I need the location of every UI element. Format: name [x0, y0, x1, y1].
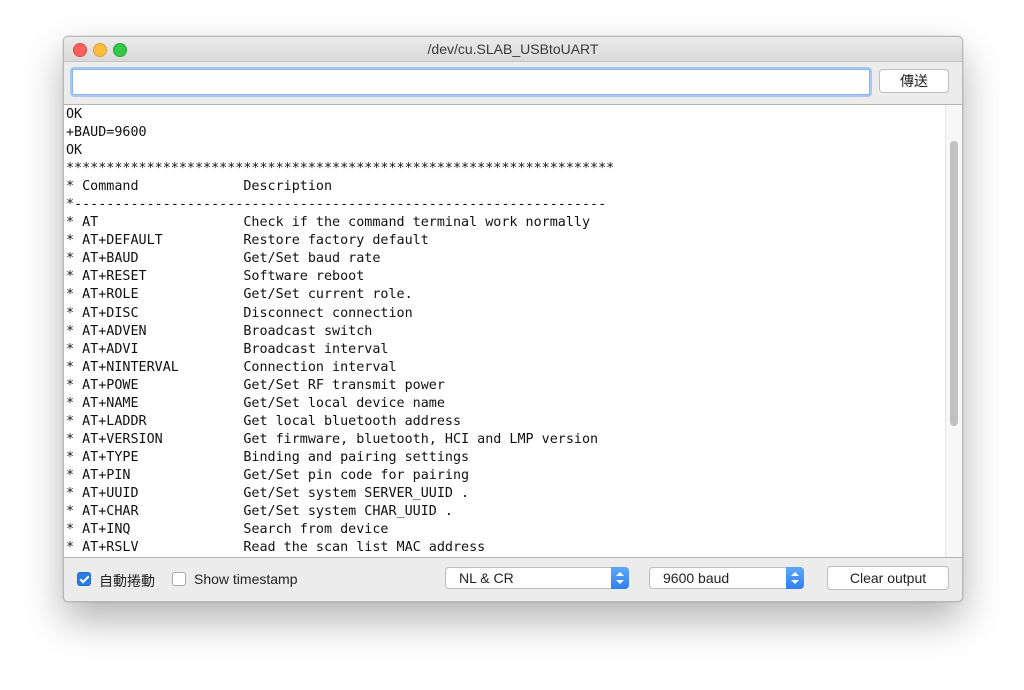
- send-button[interactable]: 傳送: [879, 69, 949, 93]
- show-timestamp-checkbox[interactable]: [172, 572, 186, 586]
- window-title: /dev/cu.SLAB_USBtoUART: [427, 41, 599, 57]
- serial-output-area[interactable]: OK +BAUD=9600 OK ***********************…: [64, 104, 962, 558]
- title-bar[interactable]: /dev/cu.SLAB_USBtoUART: [64, 37, 962, 62]
- output-line: * AT+BAUD Get/Set baud rate: [66, 251, 381, 267]
- serial-output-text: OK +BAUD=9600 OK ***********************…: [66, 106, 614, 557]
- line-ending-select[interactable]: NL & CR: [445, 567, 629, 589]
- baud-rate-select[interactable]: 9600 baud: [649, 567, 804, 589]
- output-line: * AT+RESET Software reboot: [66, 269, 365, 285]
- output-line: * AT+TYPE Binding and pairing settings: [66, 449, 470, 465]
- autoscroll-label[interactable]: 自動捲動: [99, 571, 155, 591]
- output-line: * AT+ROLE Get/Set current role.: [66, 287, 413, 303]
- output-line: * AT+DISC Disconnect connection: [66, 305, 413, 321]
- up-down-chevron-icon: [611, 567, 629, 589]
- bottom-toolbar: 自動捲動 Show timestamp NL & CR 9600 baud Cl…: [64, 558, 962, 601]
- up-down-chevron-icon: [786, 567, 804, 589]
- output-line: * AT+LADDR Get local bluetooth address: [66, 413, 462, 429]
- output-line: * AT+NINTERVAL Connection interval: [66, 359, 397, 375]
- output-line: * AT+CHAR Get/Set system CHAR_UUID .: [66, 504, 453, 520]
- output-line: * AT+NAME Get/Set local device name: [66, 395, 445, 411]
- output-line: * AT+VERSION Get firmware, bluetooth, HC…: [66, 431, 599, 447]
- output-line: ****************************************…: [66, 161, 615, 177]
- output-line: * AT+ADVEN Broadcast switch: [66, 323, 373, 339]
- output-line: *---------------------------------------…: [66, 197, 607, 213]
- output-line: * AT+ADVI Broadcast interval: [66, 341, 389, 357]
- output-line: * AT+INQ Search from device: [66, 522, 389, 538]
- output-line: * AT+UUID Get/Set system SERVER_UUID .: [66, 485, 470, 501]
- output-line: * AT+RSLV Read the scan list MAC address: [66, 540, 486, 556]
- line-ending-value: NL & CR: [459, 570, 514, 586]
- send-bar: 傳送: [64, 62, 962, 104]
- output-line: * AT+DEFAULT Restore factory default: [66, 233, 429, 249]
- autoscroll-checkbox[interactable]: [77, 572, 91, 586]
- vertical-scrollbar[interactable]: [945, 105, 962, 557]
- output-line: * Command Description: [66, 179, 333, 195]
- output-line: * AT+PIN Get/Set pin code for pairing: [66, 467, 470, 483]
- show-timestamp-label[interactable]: Show timestamp: [194, 571, 297, 587]
- serial-monitor-window: /dev/cu.SLAB_USBtoUART 傳送 OK +BAUD=9600 …: [63, 36, 963, 602]
- send-input[interactable]: [72, 69, 870, 95]
- output-line: * AT+POWE Get/Set RF transmit power: [66, 377, 445, 393]
- scrollbar-thumb[interactable]: [950, 141, 958, 426]
- clear-output-button[interactable]: Clear output: [827, 566, 949, 590]
- output-line: OK: [66, 107, 83, 122]
- output-line: OK: [66, 143, 83, 159]
- output-line: +BAUD=9600: [66, 125, 147, 141]
- baud-rate-value: 9600 baud: [663, 570, 730, 586]
- output-line: * AT Check if the command terminal work …: [66, 215, 591, 231]
